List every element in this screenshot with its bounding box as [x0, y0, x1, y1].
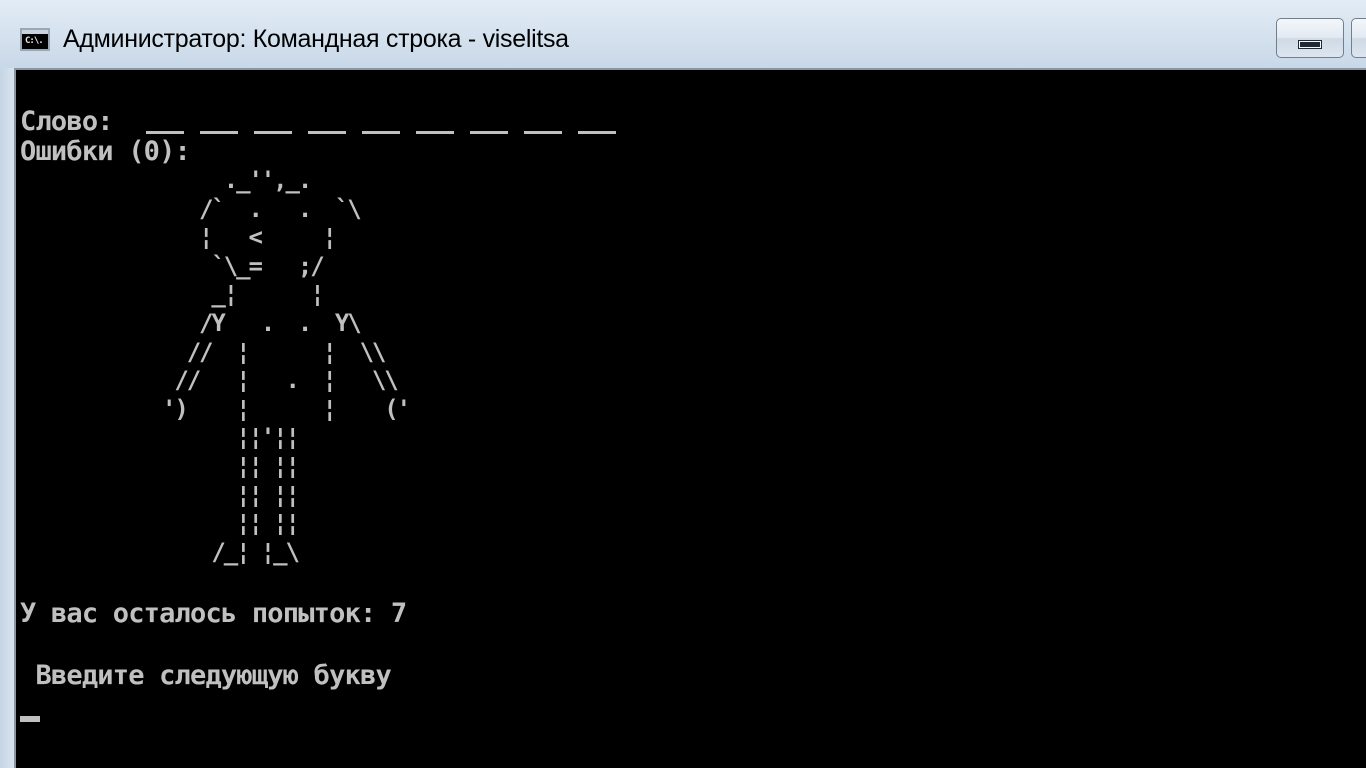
- word-label: Слово:: [20, 106, 114, 137]
- word-slot: [308, 131, 346, 134]
- word-slot: [200, 131, 238, 134]
- word-slot: [524, 131, 562, 134]
- window-title: Администратор: Командная строка - viseli…: [63, 25, 569, 53]
- text-cursor: [20, 716, 40, 722]
- word-slot: [254, 131, 292, 134]
- maximize-button[interactable]: [1351, 18, 1366, 58]
- hangman-figure-ascii: ._'',_. /` . . `\ ¦ < ¦ `\_= ;/ _¦ ¦ /Y …: [162, 166, 411, 566]
- window-frame-left: [0, 68, 14, 768]
- enter-letter-prompt: Введите следующую букву: [20, 660, 391, 691]
- word-slot: [470, 131, 508, 134]
- errors-label: Ошибки (0):: [20, 136, 191, 167]
- cmd-icon-text: C:\.: [25, 36, 44, 46]
- word-slot: [362, 131, 400, 134]
- cmd-icon[interactable]: C:\.: [20, 28, 50, 51]
- attempts-remaining-text: У вас осталось попыток: 7: [20, 598, 407, 629]
- minimize-button[interactable]: [1276, 18, 1344, 58]
- cmd-icon-bar: [22, 30, 48, 34]
- title-bar[interactable]: C:\. Администратор: Командная строка - v…: [0, 0, 1366, 68]
- word-slot: [578, 131, 616, 134]
- errors-row: Ошибки (0):: [20, 136, 191, 167]
- word-slot: [416, 131, 454, 134]
- word-row: Слово:: [20, 106, 616, 138]
- minimize-icon: [1298, 40, 1322, 49]
- word-slot: [146, 131, 184, 134]
- console-output[interactable]: Слово: Ошибки (0): ._'',_. /` . . `\ ¦ <…: [14, 68, 1366, 768]
